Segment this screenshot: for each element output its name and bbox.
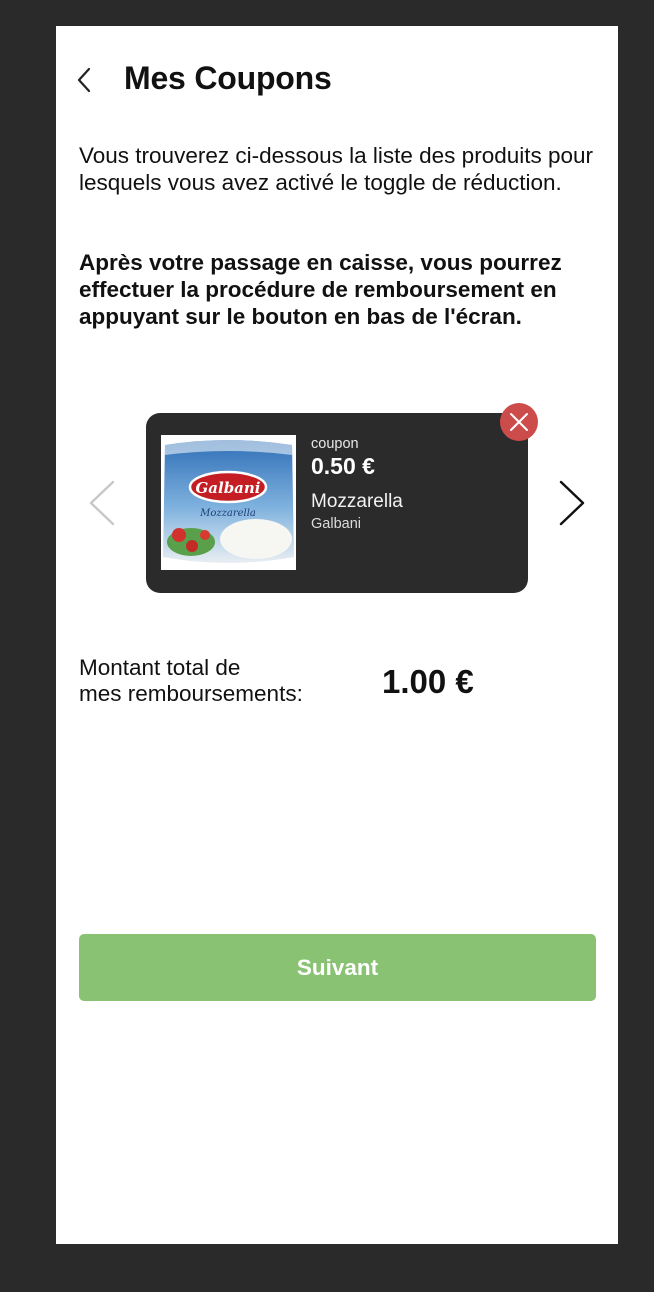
coupon-value: 0.50 €	[311, 453, 375, 479]
carousel-next-button[interactable]	[554, 478, 590, 528]
product-name: Mozzarella	[311, 491, 403, 512]
product-image: Galbani Mozzarella	[161, 435, 296, 570]
total-label-line2: mes remboursements:	[79, 681, 303, 706]
coupon-label: coupon	[311, 436, 359, 452]
total-amount: 1.00 €	[382, 663, 474, 700]
intro-text: Vous trouverez ci-dessous la liste des p…	[79, 143, 594, 195]
close-icon	[510, 413, 528, 431]
svg-text:Galbani: Galbani	[195, 479, 260, 497]
carousel-prev-button[interactable]	[84, 478, 120, 528]
total-label-line1: Montant total de	[79, 655, 241, 680]
remove-coupon-button[interactable]	[500, 403, 538, 441]
chevron-left-icon	[89, 480, 115, 526]
page-title: Mes Coupons	[124, 60, 332, 96]
product-brand: Galbani	[311, 516, 361, 532]
coupon-card[interactable]: Galbani Mozzarella coupon 0.50 € Mozzare…	[146, 413, 528, 593]
app-screen: Mes Coupons Vous trouverez ci-dessous la…	[56, 26, 618, 1244]
svg-text:Mozzarella: Mozzarella	[199, 508, 256, 519]
next-button[interactable]: Suivant	[79, 934, 596, 1001]
chevron-left-icon	[77, 67, 91, 93]
total-label: Montant total de mes remboursements:	[79, 655, 339, 707]
back-button[interactable]	[72, 64, 96, 96]
chevron-right-icon	[559, 480, 585, 526]
intro-instruction: Après votre passage en caisse, vous pour…	[79, 250, 562, 329]
